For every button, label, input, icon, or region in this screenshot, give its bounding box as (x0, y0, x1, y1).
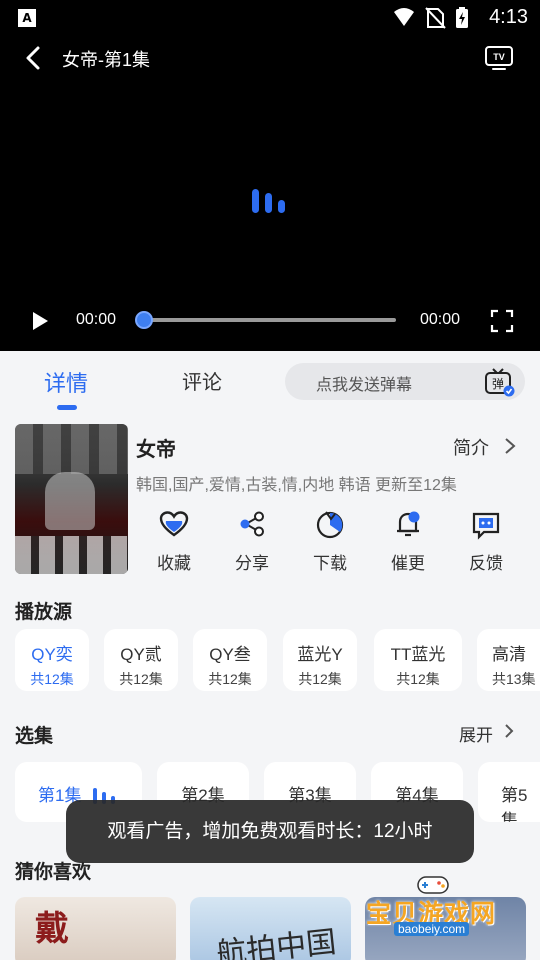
share-label: 分享 (235, 554, 269, 573)
status-icons (394, 7, 468, 29)
wifi-icon (394, 8, 414, 26)
source-item[interactable]: QY贰 共12集 (104, 629, 178, 691)
download-icon (316, 511, 344, 539)
player-titlebar: 女帝-第1集 TV (0, 36, 540, 80)
tv-cast-icon[interactable]: TV (484, 44, 514, 72)
source-item[interactable]: 高清 共13集 (477, 629, 540, 691)
source-count: 共12集 (119, 671, 163, 687)
recommend-card[interactable]: 航拍中国 (190, 897, 351, 960)
source-item[interactable]: TT蓝光 共12集 (374, 629, 462, 691)
progress-track[interactable] (142, 318, 396, 322)
clock: 4:13 (489, 6, 528, 28)
recommend-poster-text: 戴 (35, 909, 69, 949)
chevron-right-icon[interactable] (503, 722, 515, 740)
show-tags: 韩国,国产,爱情,古装,情,内地 韩语 更新至12集 (136, 477, 457, 494)
duration: 00:00 (420, 311, 461, 328)
feedback-button[interactable]: 反馈 (456, 508, 516, 578)
app-notification-icon: A (18, 9, 36, 27)
source-count: 共12集 (208, 671, 252, 687)
bell-icon (397, 511, 420, 537)
source-name: QY叁 (209, 645, 251, 664)
feedback-icon (472, 512, 500, 540)
chevron-right-icon[interactable] (503, 436, 517, 456)
danmu-icon-char: 弹 (492, 377, 504, 391)
danmu-placeholder: 点我发送弹幕 (316, 377, 413, 394)
share-button[interactable]: 分享 (222, 508, 282, 578)
episode-label: 第5集 (501, 786, 528, 822)
status-bar: A 4:13 (0, 0, 540, 36)
current-time: 00:00 (76, 311, 117, 328)
download-button[interactable]: 下载 (300, 508, 360, 578)
source-name: 蓝光Y (297, 645, 343, 664)
source-count: 共12集 (30, 671, 74, 687)
loading-bars-icon (252, 189, 285, 213)
expand-link[interactable]: 展开 (459, 721, 493, 746)
recommend-poster-text: 航拍中国 (214, 924, 338, 960)
heart-icon (159, 511, 189, 537)
gamepad-icon (417, 876, 449, 894)
feedback-label: 反馈 (469, 554, 503, 573)
source-item[interactable]: QY叁 共12集 (193, 629, 267, 691)
recommend-card[interactable]: 戴 (15, 897, 176, 960)
remind-label: 催更 (391, 554, 425, 573)
source-item[interactable]: QY奕 共12集 (15, 629, 89, 691)
show-title: 女帝 (136, 439, 176, 461)
show-poster[interactable] (15, 424, 128, 574)
fullscreen-icon[interactable] (490, 309, 514, 333)
source-count: 共12集 (396, 671, 440, 687)
back-arrow-icon[interactable] (20, 44, 48, 72)
share-icon (240, 511, 264, 537)
play-icon[interactable] (28, 309, 52, 333)
tab-comments[interactable]: 评论 (182, 366, 222, 395)
favorite-label: 收藏 (157, 554, 191, 573)
battery-icon (456, 7, 468, 28)
svg-text:TV: TV (493, 52, 505, 62)
episode-item[interactable]: 第5集 (478, 762, 540, 822)
source-item[interactable]: 蓝光Y 共12集 (283, 629, 357, 691)
no-sim-icon (425, 7, 446, 29)
video-title: 女帝-第1集 (62, 50, 151, 70)
episodes-heading: 选集 (15, 726, 54, 747)
favorite-button[interactable]: 收藏 (144, 508, 204, 578)
source-count: 共13集 (492, 671, 536, 687)
remind-button[interactable]: 催更 (378, 508, 438, 578)
source-name: QY贰 (120, 645, 162, 664)
danmu-input[interactable]: 点我发送弹幕 弹 (285, 363, 525, 400)
source-name: QY奕 (31, 645, 73, 664)
progress-thumb[interactable] (135, 311, 153, 329)
tab-detail[interactable]: 详情 (44, 366, 88, 398)
source-name: 高清 (492, 645, 526, 664)
source-heading: 播放源 (15, 602, 73, 623)
tab-indicator (57, 405, 77, 410)
source-count: 共12集 (298, 671, 342, 687)
intro-link[interactable]: 简介 (453, 434, 489, 460)
danmu-toggle-icon[interactable]: 弹 (483, 366, 515, 398)
source-name: TT蓝光 (390, 645, 446, 664)
video-player[interactable]: A 4:13 女帝-第1集 TV 00:00 00:00 (0, 0, 540, 351)
toast-message: 观看广告，增加免费观看时长：12小时 (66, 800, 474, 863)
download-label: 下载 (313, 554, 347, 573)
watermark-url: baobeiy.com (394, 922, 470, 936)
